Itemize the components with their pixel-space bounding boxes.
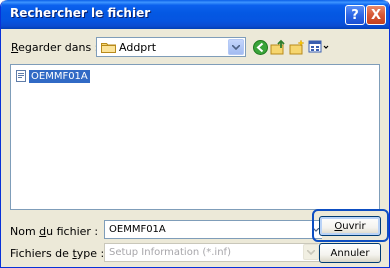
- open-hotkey: O: [334, 220, 343, 232]
- back-button[interactable]: [251, 38, 269, 56]
- cancel-button[interactable]: Annuler: [319, 243, 381, 263]
- close-icon: X: [370, 7, 382, 23]
- look-in-dropdown[interactable]: Addprt: [96, 37, 246, 57]
- help-icon: ?: [351, 7, 359, 23]
- look-in-dropdown-button[interactable]: [228, 39, 244, 55]
- file-name-label-prefix: Nom: [10, 225, 40, 238]
- file-name-value: OEMMF01A: [109, 224, 166, 235]
- file-name-label-rest: u fichier :: [46, 225, 99, 238]
- file-name-label: OEMMF01A: [29, 69, 90, 83]
- file-type-dropdown-button[interactable]: [303, 244, 319, 260]
- look-in-label: Regarder dans :: [11, 41, 98, 54]
- look-in-label-rest: egarder dans :: [18, 41, 99, 54]
- chevron-down-icon: [232, 44, 240, 50]
- chevron-down-icon: [307, 249, 315, 255]
- setup-file-icon: [16, 70, 26, 82]
- file-type-dropdown[interactable]: Setup Information (*.inf): [104, 243, 322, 262]
- open-button-label: uvrir: [342, 220, 366, 232]
- file-name-input[interactable]: OEMMF01A: [104, 220, 322, 239]
- list-item[interactable]: OEMMF01A: [15, 69, 90, 83]
- file-type-label: Fichiers de type :: [10, 247, 104, 260]
- open-button[interactable]: Ouvrir: [319, 216, 381, 236]
- file-type-label-rest: ype :: [76, 247, 105, 260]
- folder-icon: [101, 43, 116, 53]
- view-menu-icon: [308, 40, 329, 53]
- new-folder-icon: [289, 39, 305, 55]
- look-in-value: Addprt: [119, 41, 157, 54]
- title-bar[interactable]: Rechercher le fichier ? X: [1, 0, 389, 29]
- file-name-label: Nom du fichier :: [10, 225, 98, 238]
- new-folder-button[interactable]: [288, 38, 306, 56]
- up-folder-button[interactable]: [269, 38, 287, 56]
- file-dialog: Rechercher le fichier ? X Regarder dans …: [0, 0, 390, 268]
- up-folder-icon: [270, 39, 285, 55]
- window-title: Rechercher le fichier: [10, 6, 151, 20]
- view-menu-button[interactable]: [307, 38, 331, 56]
- cancel-button-label: Annuler: [330, 247, 370, 259]
- file-type-label-prefix: Fichiers de: [10, 247, 73, 260]
- file-type-value: Setup Information (*.inf): [109, 247, 231, 258]
- file-list[interactable]: OEMMF01A: [10, 64, 380, 210]
- close-button[interactable]: X: [366, 5, 386, 25]
- back-arrow-icon: [252, 39, 268, 55]
- help-button[interactable]: ?: [345, 5, 365, 25]
